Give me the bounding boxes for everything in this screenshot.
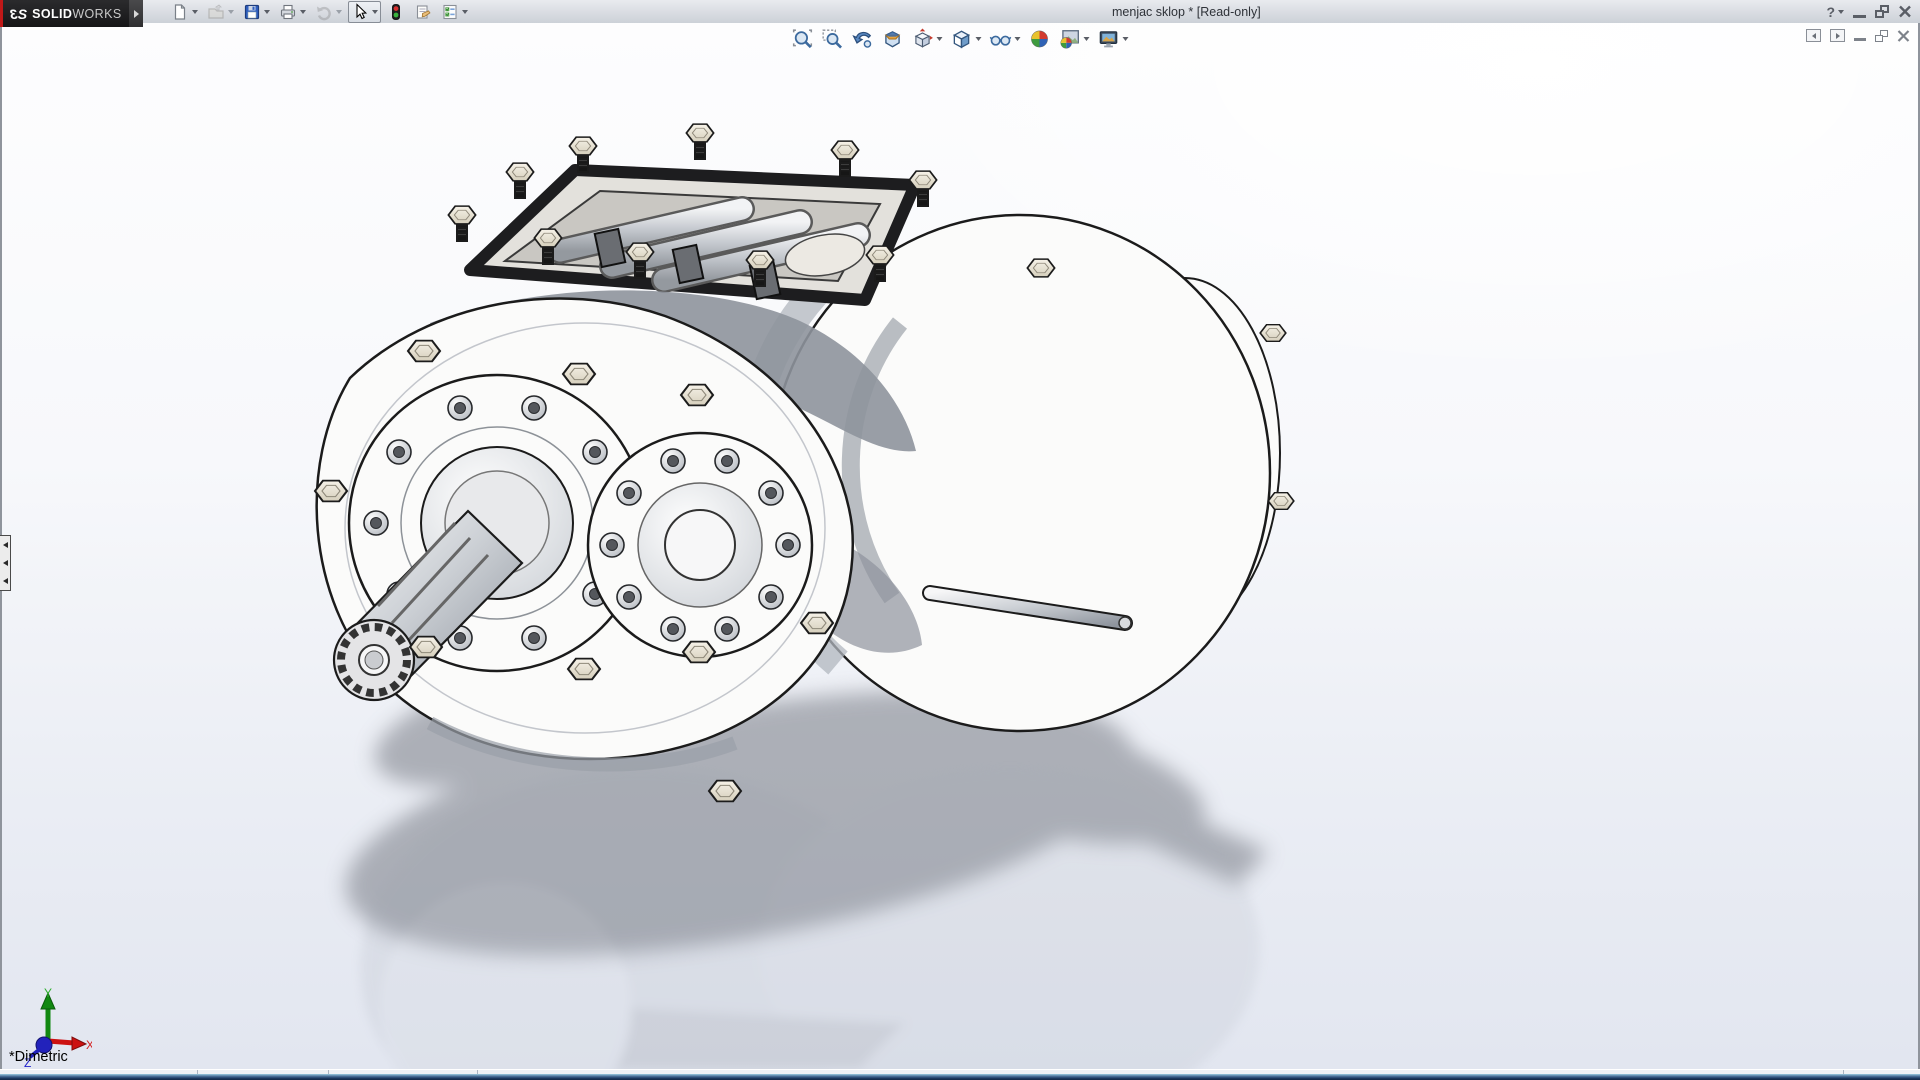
next-pane-button[interactable] — [1830, 29, 1845, 42]
zoom-to-fit-icon — [792, 28, 814, 50]
new-document-icon — [171, 3, 189, 21]
document-restore-button[interactable] — [1875, 30, 1888, 42]
new-document-button[interactable] — [168, 1, 201, 23]
solidworks-wordmark: SOLIDWORKS — [32, 7, 121, 21]
undo-button[interactable] — [312, 1, 345, 23]
options-button[interactable] — [438, 1, 471, 23]
expand-arrow-icon — [134, 10, 139, 18]
pane-left-icon — [1812, 33, 1816, 39]
close-button[interactable] — [1898, 5, 1912, 18]
window-title: menjac sklop * [Read-only] — [1112, 5, 1261, 19]
rebuild-button[interactable] — [384, 1, 408, 23]
collapse-arrow-icon — [3, 560, 8, 566]
zoom-to-fit-button[interactable] — [790, 27, 816, 51]
collapse-arrow-icon — [3, 542, 8, 548]
view-orientation-button[interactable] — [910, 27, 945, 51]
file-properties-icon — [414, 3, 432, 21]
view-orientation-label: *Dimetric — [9, 1049, 68, 1065]
undo-icon — [315, 3, 333, 21]
print-icon — [279, 3, 297, 21]
open-button[interactable] — [204, 1, 237, 23]
help-button[interactable]: ? — [1826, 4, 1844, 20]
featuremanager-collapsed-tab[interactable] — [0, 535, 11, 591]
apply-scene-button[interactable] — [1057, 27, 1092, 51]
edit-appearance-button[interactable] — [1027, 27, 1053, 51]
help-label: ? — [1826, 4, 1835, 20]
previous-view-icon — [852, 28, 874, 50]
document-minimize-button[interactable] — [1854, 38, 1866, 41]
zoom-to-area-icon — [822, 28, 844, 50]
menu-expand-button[interactable] — [129, 0, 143, 27]
new-dropdown[interactable] — [192, 10, 198, 14]
triad-x-label: X — [86, 1038, 92, 1052]
open-dropdown[interactable] — [228, 10, 234, 14]
section-view-icon — [882, 28, 904, 50]
apply-scene-icon — [1059, 28, 1081, 50]
undo-dropdown[interactable] — [336, 10, 342, 14]
3ds-logo-mark: 3S — [10, 6, 27, 22]
select-button[interactable] — [348, 1, 381, 23]
windows-taskbar-edge — [0, 1074, 1920, 1080]
minimize-button[interactable] — [1853, 15, 1866, 18]
previous-view-button[interactable] — [850, 27, 876, 51]
countershaft-bearing-flange — [588, 433, 812, 657]
select-cursor-icon — [351, 3, 369, 21]
view-settings-dropdown[interactable] — [1123, 37, 1129, 41]
previous-pane-button[interactable] — [1806, 29, 1821, 42]
display-style-icon — [951, 28, 973, 50]
solidworks-window: menjac sklop * [Read-only] — [0, 0, 1920, 1080]
help-dropdown[interactable] — [1838, 10, 1844, 14]
print-dropdown[interactable] — [300, 10, 306, 14]
save-button[interactable] — [240, 1, 273, 23]
title-bar: menjac sklop * [Read-only] — [0, 0, 1920, 24]
document-close-button[interactable] — [1897, 30, 1910, 42]
save-icon — [243, 3, 261, 21]
window-controls: ? — [1826, 2, 1912, 21]
heads-up-view-toolbar — [790, 27, 1131, 51]
collapse-arrow-icon — [3, 578, 8, 584]
appearance-ball-icon — [1029, 28, 1051, 50]
view-settings-button[interactable] — [1096, 27, 1131, 51]
gearbox-3d-model[interactable] — [0, 23, 1920, 1069]
standard-toolbar — [168, 1, 471, 22]
traffic-light-icon — [387, 3, 405, 21]
save-dropdown[interactable] — [264, 10, 270, 14]
model-reflection — [360, 768, 1260, 1069]
file-properties-button[interactable] — [411, 1, 435, 23]
graphics-viewport[interactable]: Y X Z *Dimetric — [0, 23, 1920, 1069]
section-view-button[interactable] — [880, 27, 906, 51]
solidworks-logo: 3S SOLIDWORKS — [0, 0, 129, 27]
triad-y-label: Y — [44, 986, 52, 1000]
pane-right-icon — [1836, 33, 1840, 39]
brand-red-stripe — [0, 0, 3, 27]
view-orientation-icon — [912, 28, 934, 50]
restore-button[interactable] — [1875, 5, 1889, 18]
open-icon — [207, 3, 225, 21]
document-window-controls — [1806, 29, 1910, 42]
zoom-to-area-button[interactable] — [820, 27, 846, 51]
print-button[interactable] — [276, 1, 309, 23]
hide-show-items-button[interactable] — [988, 27, 1023, 51]
hide-show-dropdown[interactable] — [1015, 37, 1021, 41]
view-orientation-dropdown[interactable] — [937, 37, 943, 41]
options-dropdown[interactable] — [462, 10, 468, 14]
display-style-button[interactable] — [949, 27, 984, 51]
eyeglasses-icon — [990, 28, 1012, 50]
apply-scene-dropdown[interactable] — [1084, 37, 1090, 41]
select-dropdown[interactable] — [372, 10, 378, 14]
display-style-dropdown[interactable] — [976, 37, 982, 41]
view-settings-icon — [1098, 28, 1120, 50]
options-checklist-icon — [441, 3, 459, 21]
